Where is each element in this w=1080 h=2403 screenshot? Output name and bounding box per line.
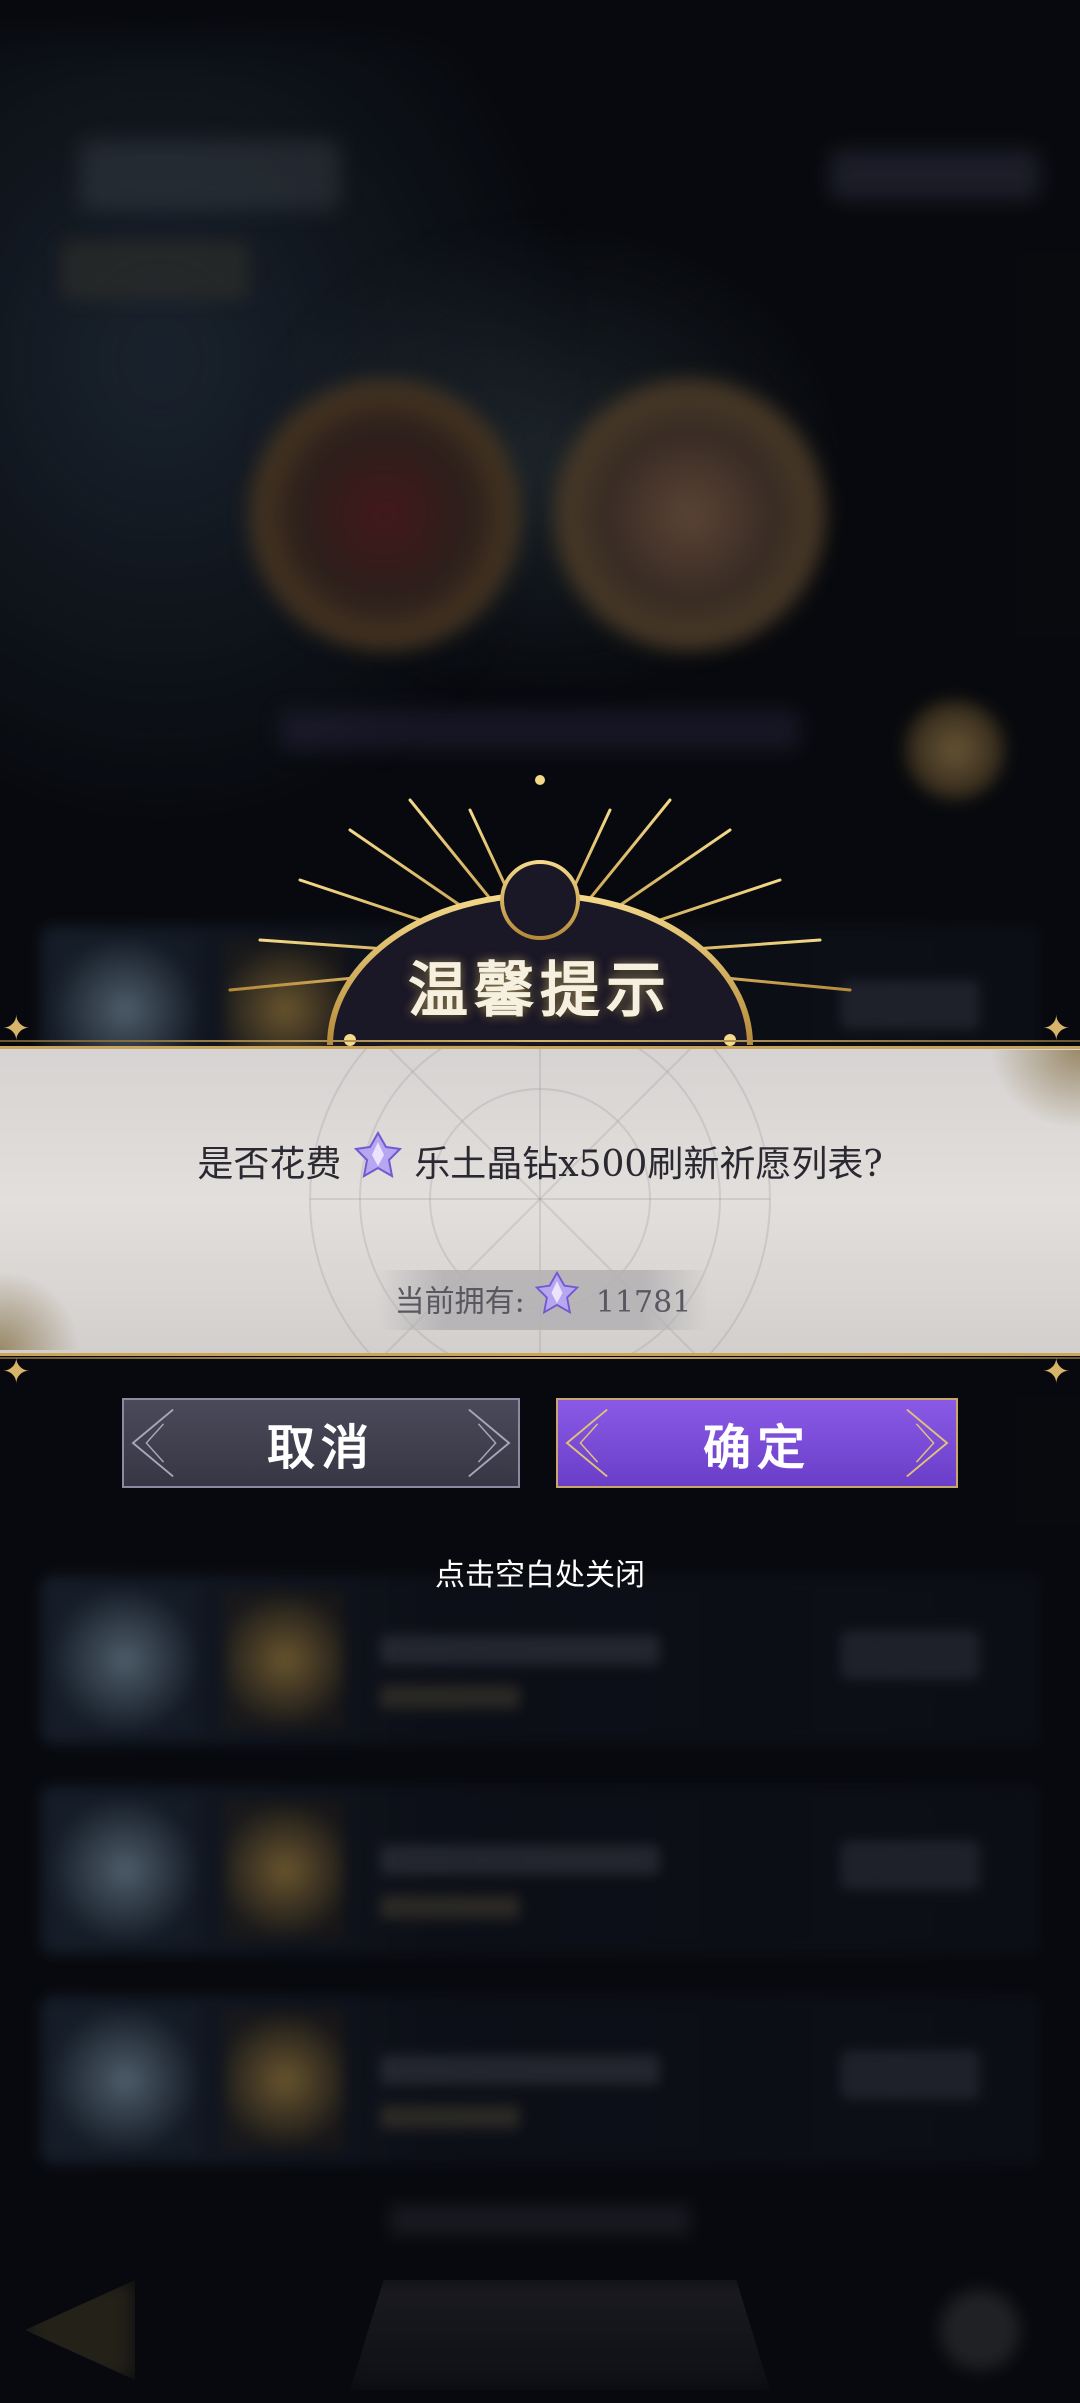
divider: [0, 1357, 1080, 1359]
owned-label: 当前拥有:: [394, 1284, 525, 1320]
close-hint: 点击空白处关闭: [435, 1558, 645, 1593]
cancel-button[interactable]: 取消: [122, 1398, 520, 1488]
question-suffix: 乐土晶钻x500刷新祈愿列表?: [414, 1144, 883, 1185]
crystal-diamond-icon: [353, 1130, 403, 1204]
corner-ornament-icon: ✦: [2, 1009, 31, 1049]
crystal-diamond-icon: [534, 1270, 580, 1337]
owned-count: 11781: [595, 1284, 692, 1320]
corner-ornament-icon: ✦: [1042, 1352, 1071, 1392]
confirm-button[interactable]: 确定: [556, 1398, 958, 1488]
confirm-label: 确定: [702, 1420, 811, 1476]
question-prefix: 是否花费: [197, 1144, 342, 1185]
divider: [0, 1040, 1080, 1042]
corner-ornament-icon: ✦: [1042, 1009, 1071, 1049]
dialog-title: 温馨提示: [408, 956, 672, 1026]
cancel-label: 取消: [266, 1420, 375, 1476]
corner-ornament-icon: ✦: [2, 1352, 31, 1392]
confirm-question: 是否花费 乐土晶钻x500刷新祈愿列表?: [0, 1130, 1080, 1204]
owned-balance: 当前拥有: 11781: [378, 1270, 708, 1330]
